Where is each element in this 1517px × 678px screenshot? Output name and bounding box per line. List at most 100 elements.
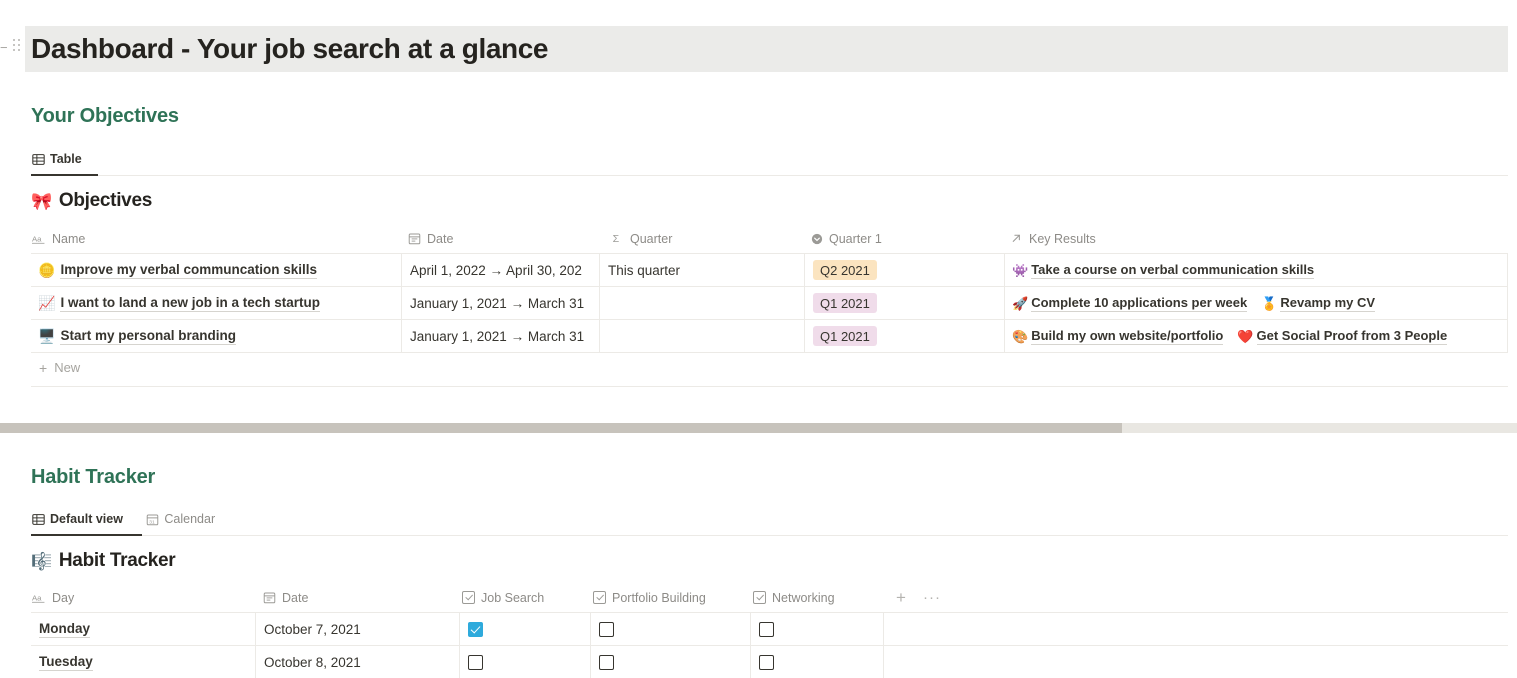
column-header-name[interactable]: Aa Name [32, 224, 397, 253]
row-portfolio-building-cell[interactable] [591, 613, 751, 645]
alien-monster-emoji-icon: 👾 [1012, 262, 1029, 278]
row-date-cell[interactable]: October 7, 2021 [256, 613, 460, 645]
row-networking-cell[interactable] [751, 613, 884, 645]
row-key-results-cell[interactable]: 🎨 Build my own website/portfolio ❤️ Get … [1005, 320, 1508, 352]
checkbox-icon [593, 591, 606, 604]
checkbox-job-search[interactable] [468, 621, 483, 637]
row-date-cell[interactable]: October 8, 2021 [256, 646, 460, 678]
row-empty-cell [884, 646, 1508, 678]
table-icon [32, 513, 45, 526]
table-more-options-button[interactable]: ··· [919, 583, 945, 612]
svg-text:Aa: Aa [32, 234, 42, 243]
row-date-text: October 7, 2021 [264, 621, 361, 637]
row-quarter-cell[interactable] [600, 287, 805, 319]
table-row[interactable]: 📈 I want to land a new job in a tech sta… [31, 287, 1508, 320]
add-column-button[interactable]: + [889, 583, 913, 612]
key-result-link[interactable]: 👾 Take a course on verbal communication … [1012, 262, 1315, 279]
key-result-text: Build my own website/portfolio [1031, 327, 1224, 345]
row-key-results-cell[interactable]: 👾 Take a course on verbal communication … [1005, 254, 1508, 286]
key-result-link[interactable]: 🎨 Build my own website/portfolio [1012, 327, 1224, 345]
tab-table-label: Table [50, 152, 82, 166]
tab-calendar[interactable]: 31 Calendar [145, 506, 219, 532]
key-result-text: Complete 10 applications per week [1031, 294, 1248, 312]
title-text-icon: Aa [32, 592, 46, 604]
tab-default-view[interactable]: Default view [31, 506, 127, 532]
column-header-networking[interactable]: Networking [753, 583, 893, 612]
row-job-search-cell[interactable] [460, 646, 591, 678]
column-header-day-label: Day [52, 590, 75, 605]
objectives-table-header: Aa Name Date Σ Quarter Quarter 1 Key Res… [31, 224, 1508, 254]
checkbox-networking[interactable] [759, 621, 774, 637]
row-empty-cell [884, 613, 1508, 645]
row-networking-cell[interactable] [751, 646, 884, 678]
table-row[interactable]: 🖥️ Start my personal branding January 1,… [31, 320, 1508, 353]
tab-calendar-label: Calendar [164, 512, 216, 526]
collapse-arrow-icon[interactable]: − [0, 41, 10, 54]
checkbox-job-search[interactable] [468, 654, 483, 670]
status-badge: Q1 2021 [813, 293, 877, 313]
row-quarter1-cell[interactable]: Q2 2021 [805, 254, 1005, 286]
row-portfolio-building-cell[interactable] [591, 646, 751, 678]
key-result-link[interactable]: ❤️ Get Social Proof from 3 People [1237, 327, 1448, 345]
row-date-cell[interactable]: January 1, 2021 → March 31 [402, 287, 600, 319]
drag-handle-icon[interactable] [13, 39, 22, 55]
column-header-key-results[interactable]: Key Results [1010, 224, 1410, 253]
row-quarter1-cell[interactable]: Q1 2021 [805, 287, 1005, 319]
row-name-text: I want to land a new job in a tech start… [60, 294, 320, 312]
key-result-link[interactable]: 🚀 Complete 10 applications per week [1012, 294, 1248, 312]
row-day-cell[interactable]: Monday [31, 613, 256, 645]
row-date-cell[interactable]: January 1, 2021 → March 31 [402, 320, 600, 352]
checkbox-portfolio-building[interactable] [599, 654, 614, 670]
row-job-search-cell[interactable] [460, 613, 591, 645]
calendar-icon [263, 591, 276, 604]
table-row[interactable]: 🪙 Improve my verbal communcation skills … [31, 254, 1508, 287]
table-row[interactable]: Monday October 7, 2021 [31, 613, 1508, 646]
row-quarter-cell[interactable] [600, 320, 805, 352]
musical-score-emoji-icon: 🎼 [31, 551, 52, 571]
row-quarter-cell[interactable]: This quarter [600, 254, 805, 286]
page-title: Dashboard - Your job search at a glance [31, 33, 549, 64]
key-result-link[interactable]: 🏅 Revamp my CV [1261, 295, 1376, 312]
horizontal-scrollbar-thumb[interactable] [0, 423, 1122, 433]
row-name-cell[interactable]: 🪙 Improve my verbal communcation skills [31, 254, 402, 286]
svg-text:Aa: Aa [32, 593, 42, 602]
habit-tabs-underline [31, 535, 1508, 536]
column-header-quarter1[interactable]: Quarter 1 [811, 224, 1001, 253]
select-circle-icon [811, 233, 823, 245]
calendar-view-icon: 31 [146, 513, 159, 526]
column-header-date[interactable]: Date [408, 224, 598, 253]
habit-active-tab-bar [31, 534, 142, 536]
row-name-cell[interactable]: 🖥️ Start my personal branding [31, 320, 402, 352]
status-badge: Q1 2021 [813, 326, 877, 346]
column-header-date-label: Date [427, 231, 454, 246]
objectives-database-title-text: Objectives [58, 190, 152, 211]
add-new-objective-row[interactable]: + New [39, 360, 80, 375]
horizontal-scrollbar-track[interactable] [0, 423, 1517, 433]
medal-emoji-icon: 🏅 [1261, 295, 1278, 311]
tab-table[interactable]: Table [31, 146, 86, 172]
checkbox-networking[interactable] [759, 654, 774, 670]
column-header-job-search-label: Job Search [481, 590, 545, 605]
column-header-date[interactable]: Date [263, 583, 453, 612]
row-date-cell[interactable]: April 1, 2022 → April 30, 202 [402, 254, 600, 286]
row-key-results-cell[interactable]: 🚀 Complete 10 applications per week 🏅 Re… [1005, 287, 1508, 319]
column-header-day[interactable]: Aa Day [32, 583, 252, 612]
column-header-quarter[interactable]: Σ Quarter [611, 224, 796, 253]
objectives-view-tabs: Table [31, 146, 1508, 176]
checkbox-portfolio-building[interactable] [599, 621, 614, 637]
row-quarter-text: This quarter [608, 262, 681, 278]
row-day-cell[interactable]: Tuesday [31, 646, 256, 678]
page-title-row: − Dashboard - Your job search at a glanc… [0, 26, 1517, 72]
dashboard-page: − Dashboard - Your job search at a glanc… [0, 0, 1517, 678]
row-quarter1-cell[interactable]: Q1 2021 [805, 320, 1005, 352]
chart-increasing-emoji-icon: 📈 [38, 295, 56, 311]
row-name-cell[interactable]: 📈 I want to land a new job in a tech sta… [31, 287, 402, 319]
title-text-icon: Aa [32, 233, 46, 245]
habit-table: Aa Day Date Job Search Portfolio Buildin… [31, 583, 1508, 678]
key-result-text: Get Social Proof from 3 People [1256, 327, 1448, 345]
column-header-portfolio-building[interactable]: Portfolio Building [593, 583, 768, 612]
table-row[interactable]: Tuesday October 8, 2021 [31, 646, 1508, 678]
column-header-job-search[interactable]: Job Search [462, 583, 587, 612]
objectives-table: Aa Name Date Σ Quarter Quarter 1 Key Res… [31, 224, 1508, 353]
red-heart-emoji-icon: ❤️ [1237, 328, 1254, 344]
